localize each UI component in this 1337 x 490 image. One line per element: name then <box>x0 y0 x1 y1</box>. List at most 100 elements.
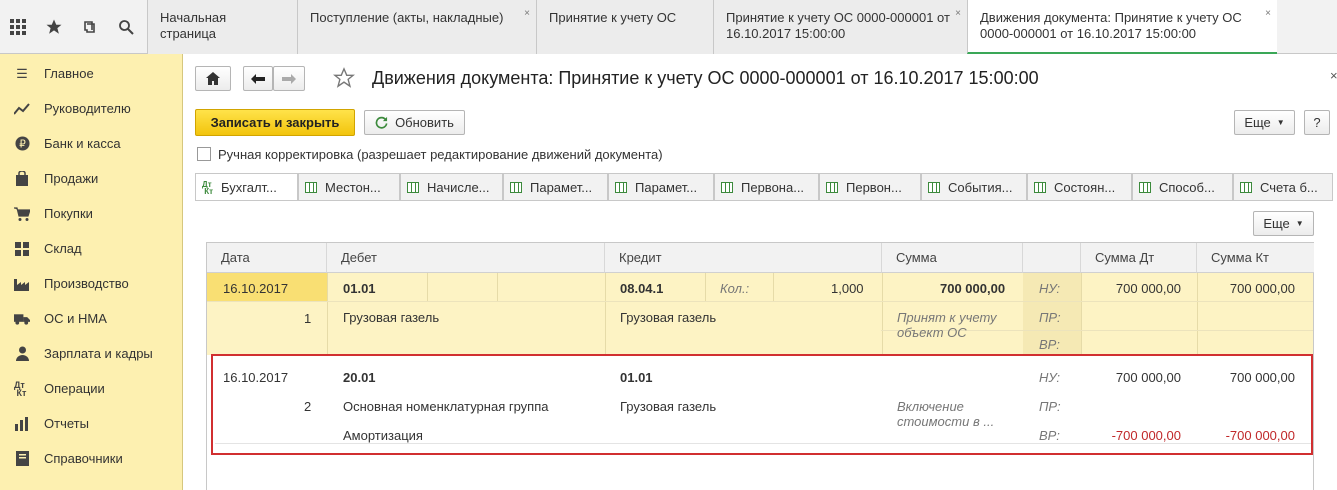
tab-os-list[interactable]: Принятие к учету ОС <box>536 0 713 54</box>
sidebar-item-production[interactable]: Производство <box>0 266 182 301</box>
main-panel: Движения документа: Принятие к учету ОС … <box>184 54 1337 490</box>
manual-edit-checkbox[interactable] <box>197 147 211 161</box>
sidebar-item-operations[interactable]: Дт Кт Операции <box>0 371 182 406</box>
cell-date: 16.10.2017 <box>223 370 289 385</box>
close-icon[interactable]: × <box>955 6 961 22</box>
cell-label-nu: НУ: <box>1039 281 1061 296</box>
refresh-icon <box>375 116 388 129</box>
home-button[interactable] <box>195 66 231 91</box>
sidebar-item-label: Зарплата и кадры <box>44 346 153 361</box>
sidebar-item-manager[interactable]: Руководителю <box>0 91 182 126</box>
forward-button[interactable] <box>273 66 305 91</box>
cell-label-vr: ВР: <box>1039 337 1060 352</box>
sidebar-item-main[interactable]: ☰ Главное <box>0 56 182 91</box>
close-icon[interactable]: × <box>524 6 530 22</box>
factory-icon <box>14 276 30 292</box>
search-icon[interactable] <box>108 0 144 54</box>
favorite-star-icon[interactable] <box>332 67 356 92</box>
history-icon[interactable] <box>72 0 108 54</box>
save-and-close-button[interactable]: Записать и закрыть <box>195 109 355 136</box>
table-more-button[interactable]: Еще ▼ <box>1253 211 1314 236</box>
column-header-credit[interactable]: Кредит <box>605 243 882 273</box>
tab-initial-1[interactable]: Первона... <box>714 173 819 200</box>
cell-debit-account: 01.01 <box>343 281 376 296</box>
dropdown-arrow-icon: ▼ <box>1276 118 1285 127</box>
column-header-debit[interactable]: Дебет <box>327 243 605 273</box>
table-icon <box>721 181 733 193</box>
tab-accrual[interactable]: Начисле... <box>400 173 503 200</box>
cell-row-number: 2 <box>304 399 312 414</box>
tab-accounting[interactable]: Дт Кт Бухгалт... <box>195 173 298 201</box>
dt-kt-icon: Дт Кт <box>14 379 27 398</box>
sidebar-item-label: Банк и касса <box>44 136 121 151</box>
cell-sum: 700 000,00 <box>940 281 1006 296</box>
sidebar-item-purchases[interactable]: Покупки <box>0 196 182 231</box>
table-icon <box>1034 181 1046 193</box>
tab-os-document[interactable]: Принятие к учету ОС 0000-000001 от 16.10… <box>713 0 967 54</box>
cell-quantity-label: Кол.: <box>720 281 750 296</box>
tab-accounts[interactable]: Счета б... <box>1233 173 1333 200</box>
arrow-left-icon <box>251 73 265 84</box>
refresh-button[interactable]: Обновить <box>364 110 465 135</box>
top-bar: Начальная страница Поступление (акты, на… <box>0 0 1337 54</box>
back-button[interactable] <box>243 66 273 91</box>
sidebar-item-bank[interactable]: ₽ Банк и касса <box>0 126 182 161</box>
column-header-blank[interactable] <box>1023 243 1081 273</box>
movements-table: Дата Дебет Кредит Сумма Сумма Дт Сумма К… <box>206 242 1314 490</box>
tab-label: Принятие к учету ОС 0000-000001 от 16.10… <box>726 10 950 41</box>
tab-events[interactable]: События... <box>921 173 1027 200</box>
favorites-star-icon[interactable] <box>36 0 72 54</box>
chart-icon <box>14 416 30 432</box>
more-label: Еще <box>1244 115 1271 130</box>
close-icon[interactable]: × <box>1330 68 1337 83</box>
tab-label: Начальная страница <box>160 10 227 41</box>
tab-label: Способ... <box>1159 179 1215 195</box>
cell-sum-dt: 700 000,00 <box>1115 370 1181 385</box>
cell-debit-account: 20.01 <box>343 370 376 385</box>
cell-debit-subconto: Грузовая газель <box>343 310 440 325</box>
close-icon[interactable]: × <box>1265 6 1271 22</box>
tab-label: Парамет... <box>635 179 698 195</box>
sidebar-item-label: Отчеты <box>44 416 89 431</box>
table-icon <box>826 181 838 193</box>
column-header-date[interactable]: Дата <box>207 243 327 273</box>
sidebar-item-sales[interactable]: Продажи <box>0 161 182 196</box>
tab-label: Состоян... <box>1054 179 1116 195</box>
more-button[interactable]: Еще ▼ <box>1234 110 1295 135</box>
tab-location[interactable]: Местон... <box>298 173 400 200</box>
sidebar-item-label: Производство <box>44 276 129 291</box>
tab-label: Движения документа: Принятие к учету ОС … <box>980 10 1242 41</box>
dropdown-arrow-icon: ▼ <box>1295 219 1304 228</box>
tab-label: Поступление (акты, накладные) <box>310 10 504 25</box>
tab-params-2[interactable]: Парамет... <box>608 173 714 200</box>
tab-label: Местон... <box>325 179 381 195</box>
sidebar-item-salary[interactable]: Зарплата и кадры <box>0 336 182 371</box>
column-header-sum-dt[interactable]: Сумма Дт <box>1081 243 1197 273</box>
tab-states[interactable]: Состоян... <box>1027 173 1132 200</box>
sidebar-item-reports[interactable]: Отчеты <box>0 406 182 441</box>
bag-icon <box>14 171 30 187</box>
cell-label-vr: ВР: <box>1039 428 1060 443</box>
column-header-sum-kt[interactable]: Сумма Кт <box>1197 243 1314 273</box>
tab-params-1[interactable]: Парамет... <box>503 173 608 200</box>
sidebar-item-fixed-assets[interactable]: ОС и НМА <box>0 301 182 336</box>
tab-home[interactable]: Начальная страница <box>147 0 297 54</box>
tab-methods[interactable]: Способ... <box>1132 173 1233 200</box>
table-row[interactable]: 16.10.2017 1 01.01 Грузовая газель 08.04… <box>207 273 1313 355</box>
svg-text:₽: ₽ <box>19 138 26 150</box>
table-row[interactable]: 16.10.2017 2 20.01 Основная номенклатурн… <box>207 355 1313 455</box>
cell-label-nu: НУ: <box>1039 370 1061 385</box>
column-header-sum[interactable]: Сумма <box>882 243 1023 273</box>
sidebar-item-warehouse[interactable]: Склад <box>0 231 182 266</box>
tab-receipts[interactable]: Поступление (акты, накладные) × <box>297 0 536 54</box>
refresh-label: Обновить <box>395 115 454 130</box>
sidebar-item-references[interactable]: Справочники <box>0 441 182 476</box>
table-icon <box>510 181 522 193</box>
tab-label: Первон... <box>846 179 902 195</box>
help-button[interactable]: ? <box>1304 110 1330 135</box>
home-icon <box>206 72 220 85</box>
cell-label-pr: ПР: <box>1039 399 1061 414</box>
tab-initial-2[interactable]: Первон... <box>819 173 921 200</box>
tab-document-movements[interactable]: Движения документа: Принятие к учету ОС … <box>967 0 1277 54</box>
apps-grid-icon[interactable] <box>0 0 36 54</box>
